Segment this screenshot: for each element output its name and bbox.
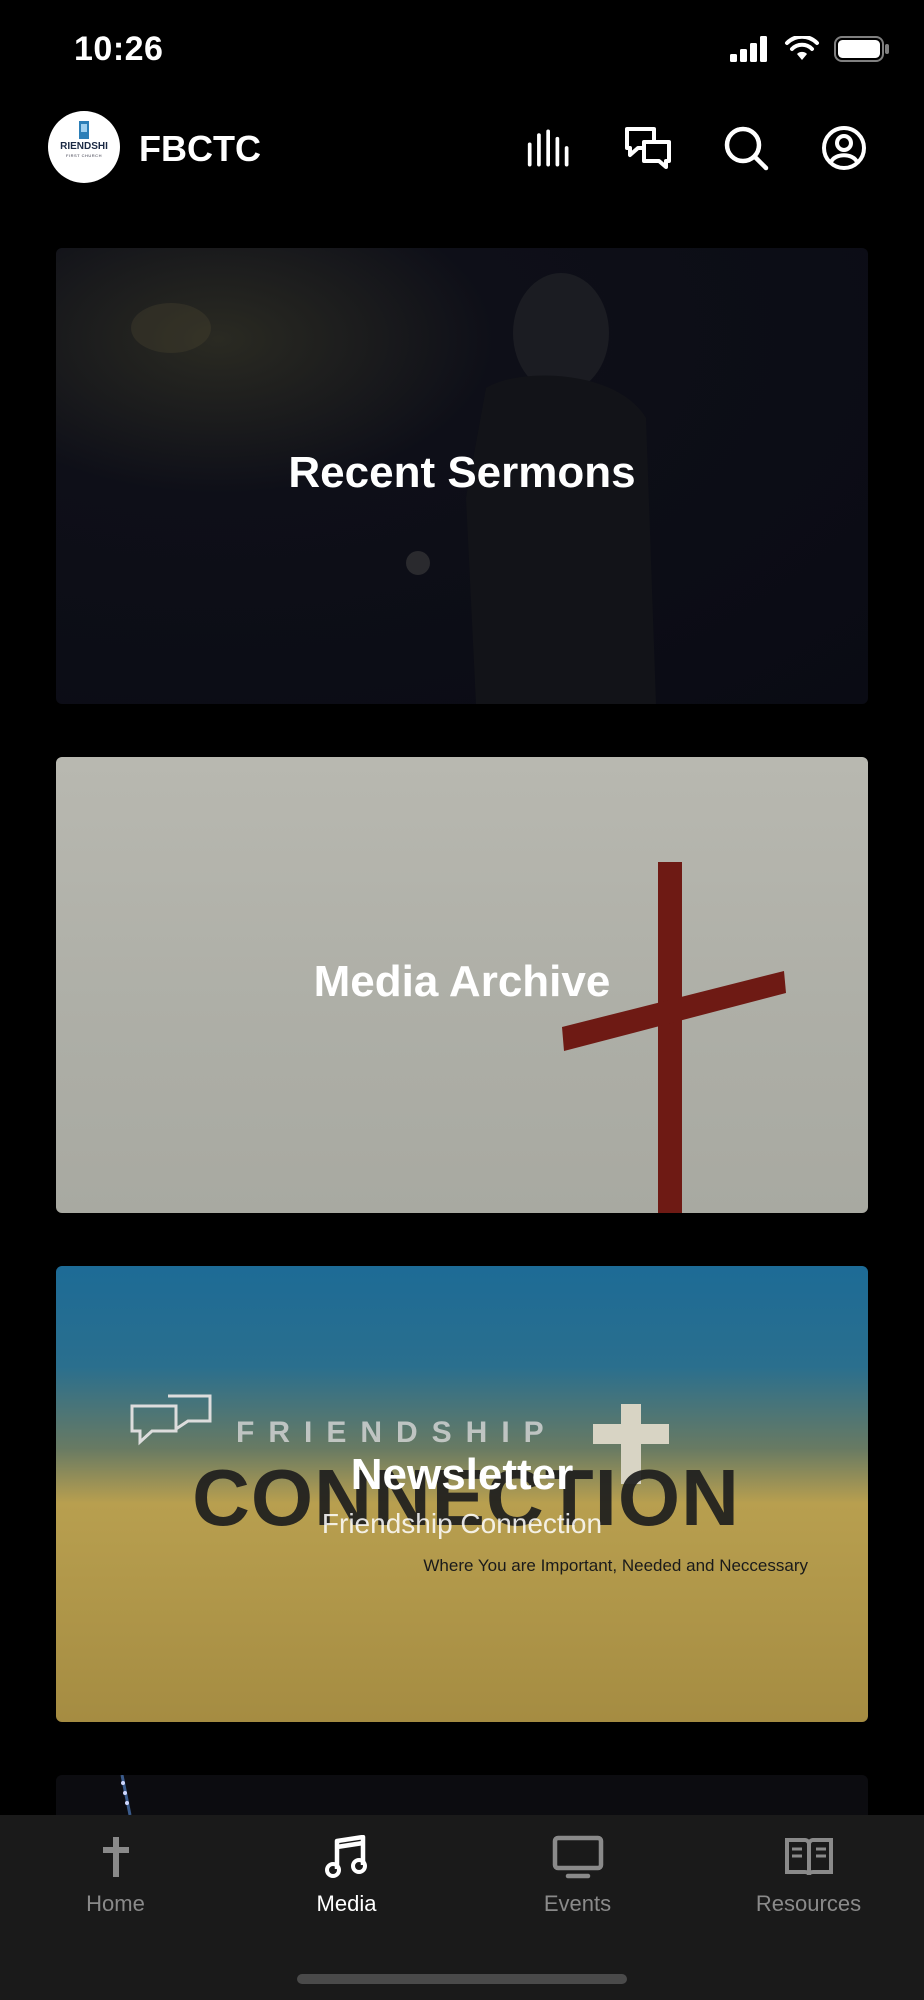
logo-subtext: FIRST CHURCH xyxy=(66,153,102,158)
newsletter-title: Newsletter xyxy=(350,1450,574,1499)
search-button[interactable] xyxy=(722,124,770,172)
status-bar: 10:26 xyxy=(0,0,924,100)
tab-media[interactable]: Media xyxy=(231,1835,462,1917)
app-title: FBCTC xyxy=(139,128,261,169)
search-icon xyxy=(724,126,769,171)
profile-icon xyxy=(822,126,866,170)
book-icon xyxy=(784,1838,833,1876)
tab-events[interactable]: Events xyxy=(462,1835,693,1917)
tv-icon xyxy=(552,1835,603,1879)
signal-icon xyxy=(730,36,767,62)
chat-button[interactable] xyxy=(624,124,672,172)
app-header: RIENDSHI FIRST CHURCH FBCTC xyxy=(0,108,924,188)
cross-icon xyxy=(102,1837,129,1877)
status-icons xyxy=(730,36,890,62)
church-logo[interactable]: RIENDSHI FIRST CHURCH xyxy=(48,111,120,183)
recent-sermons-card[interactable]: Recent Sermons xyxy=(56,248,868,704)
home-indicator[interactable] xyxy=(297,1974,627,1984)
art-tagline: Where You are Important, Needed and Necc… xyxy=(423,1556,808,1575)
next-card-partial[interactable] xyxy=(56,1775,868,1815)
chat-icon xyxy=(625,127,671,169)
guitar-neck-icon xyxy=(120,1775,132,1815)
bars-icon xyxy=(527,129,569,167)
tab-resources[interactable]: Resources xyxy=(693,1835,924,1917)
recent-sermons-title: Recent Sermons xyxy=(288,448,636,497)
tab-media-label: Media xyxy=(316,1891,377,1916)
logo-text: RIENDSHI xyxy=(60,141,108,152)
art-word-friendship: FRIENDSHIP xyxy=(236,1416,558,1449)
tab-home-label: Home xyxy=(86,1891,145,1916)
media-archive-title: Media Archive xyxy=(313,957,611,1006)
media-archive-card[interactable]: Media Archive xyxy=(56,757,868,1213)
newsletter-card[interactable]: FRIENDSHIP CONNECTION Where You are Impo… xyxy=(56,1266,868,1722)
battery-icon xyxy=(834,36,889,62)
tab-resources-label: Resources xyxy=(755,1891,862,1916)
newsletter-subtitle: Friendship Connection xyxy=(321,1508,603,1539)
profile-button[interactable] xyxy=(820,124,868,172)
audio-bars-button[interactable] xyxy=(526,124,574,172)
tab-bar: Home Media Events Resources xyxy=(0,1815,924,2000)
tab-events-label: Events xyxy=(543,1891,612,1916)
music-note-icon xyxy=(324,1835,367,1878)
status-time: 10:26 xyxy=(74,30,164,68)
header-actions xyxy=(526,124,868,172)
tab-home[interactable]: Home xyxy=(0,1835,231,1917)
wifi-icon xyxy=(785,36,819,60)
